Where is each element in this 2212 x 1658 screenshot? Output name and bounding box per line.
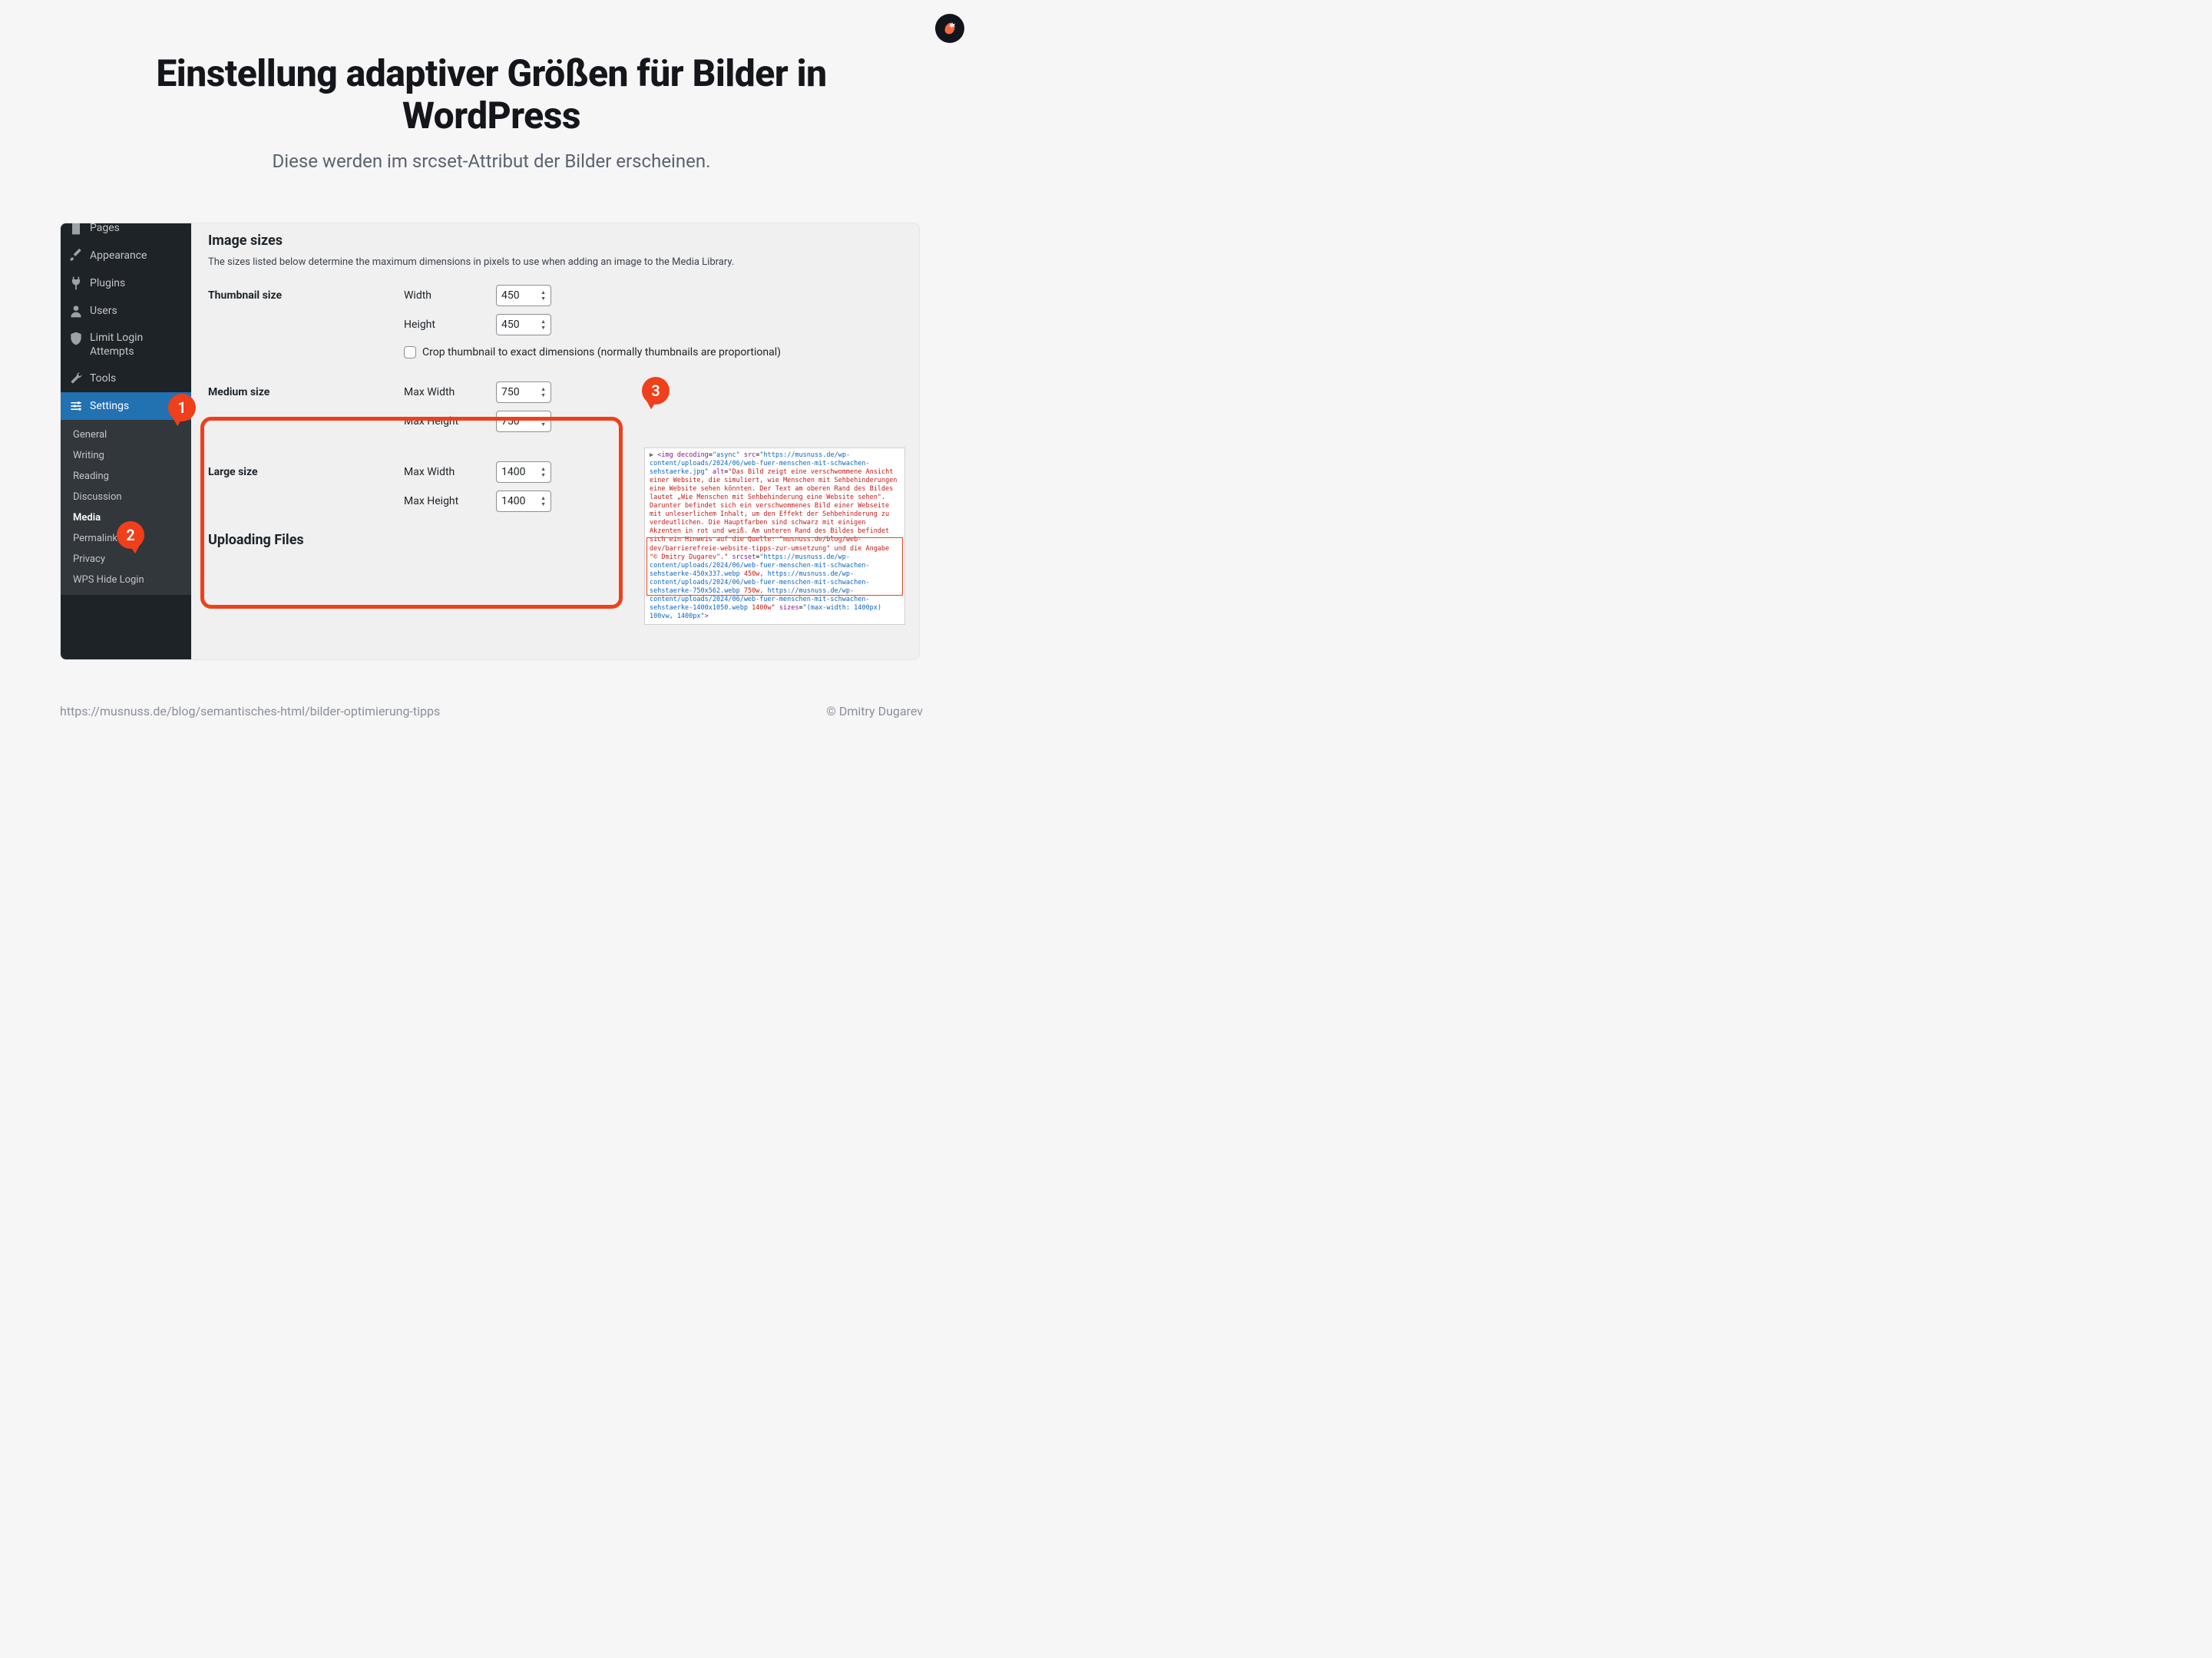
page-title: Einstellung adaptiver Größen für Bilder …	[0, 0, 983, 137]
sidebar-label: Appearance	[90, 249, 147, 262]
stepper-icon[interactable]: ▲▼	[541, 496, 546, 507]
submenu-wps-hide-login[interactable]: WPS Hide Login	[61, 570, 191, 590]
medium-width-input[interactable]: 750 ▲▼	[496, 381, 551, 403]
sidebar-label: Plugins	[90, 277, 125, 289]
sidebar-label: Pages	[90, 223, 120, 234]
callout-1: 1	[168, 394, 196, 421]
submenu-reading[interactable]: Reading	[61, 466, 191, 487]
brush-icon	[68, 248, 84, 263]
medium-height-label: Max Height	[404, 415, 490, 428]
sidebar-label: Tools	[90, 372, 116, 385]
medium-width-label: Max Width	[404, 386, 490, 398]
submenu-general[interactable]: General	[61, 424, 191, 445]
thumb-height-label: Height	[404, 319, 490, 331]
thumbnail-row: Thumbnail size Width 450 ▲▼ Height 450 ▲…	[208, 285, 902, 358]
sidebar-label: Users	[90, 305, 117, 317]
pages-icon	[68, 223, 84, 236]
sidebar-label: Limit Login Attempts	[90, 331, 184, 358]
admin-sidebar: Pages Appearance Plugins Users Limit Log…	[61, 223, 191, 659]
sidebar-label: Settings	[90, 400, 129, 412]
stepper-icon[interactable]: ▲▼	[541, 319, 546, 331]
submenu-writing[interactable]: Writing	[61, 445, 191, 466]
thumb-height-input[interactable]: 450 ▲▼	[496, 314, 551, 335]
page-footer: https://musnuss.de/blog/semantisches-htm…	[60, 704, 923, 718]
sidebar-item-pages[interactable]: Pages	[61, 223, 191, 242]
large-height-label: Max Height	[404, 495, 490, 507]
nut-icon	[941, 20, 958, 37]
medium-height-input[interactable]: 750 ▲▼	[496, 411, 551, 432]
thumb-width-label: Width	[404, 289, 490, 302]
sidebar-item-appearance[interactable]: Appearance	[61, 242, 191, 269]
stepper-icon[interactable]: ▲▼	[541, 387, 546, 398]
sidebar-item-limit-login[interactable]: Limit Login Attempts	[61, 325, 191, 365]
sliders-icon	[68, 398, 84, 414]
stepper-icon[interactable]: ▲▼	[541, 290, 546, 302]
plug-icon	[68, 276, 84, 291]
settings-submenu: General Writing Reading Discussion Media…	[61, 420, 191, 595]
sidebar-item-plugins[interactable]: Plugins	[61, 269, 191, 297]
image-sizes-description: The sizes listed below determine the max…	[208, 256, 902, 268]
footer-url: https://musnuss.de/blog/semantisches-htm…	[60, 704, 440, 718]
sidebar-item-users[interactable]: Users	[61, 297, 191, 325]
image-sizes-heading: Image sizes	[208, 233, 902, 249]
page-subtitle: Diese werden im srcset-Attribut der Bild…	[0, 137, 983, 172]
submenu-discussion[interactable]: Discussion	[61, 487, 191, 507]
sidebar-item-tools[interactable]: Tools	[61, 365, 191, 392]
callout-2: 2	[117, 521, 144, 549]
large-label: Large size	[208, 461, 404, 478]
large-width-label: Max Width	[404, 466, 490, 478]
callout-3: 3	[642, 377, 670, 405]
submenu-privacy[interactable]: Privacy	[61, 549, 191, 570]
medium-row: Medium size Max Width 750 ▲▼ Max Height …	[208, 381, 902, 432]
shield-icon	[68, 331, 84, 346]
wp-admin-panel: Pages Appearance Plugins Users Limit Log…	[60, 223, 920, 660]
brand-logo	[935, 14, 964, 43]
footer-credit: © Dmitry Dugarev	[826, 704, 923, 718]
html-code-snippet: ▶ <img decoding="async" src="https://mus…	[644, 448, 905, 625]
wrench-icon	[68, 371, 84, 386]
stepper-icon[interactable]: ▲▼	[541, 416, 546, 428]
user-icon	[68, 303, 84, 319]
stepper-icon[interactable]: ▲▼	[541, 467, 546, 478]
large-width-input[interactable]: 1400 ▲▼	[496, 461, 551, 483]
thumb-width-input[interactable]: 450 ▲▼	[496, 285, 551, 306]
thumbnail-label: Thumbnail size	[208, 285, 404, 302]
crop-checkbox[interactable]	[404, 346, 416, 358]
large-height-input[interactable]: 1400 ▲▼	[496, 490, 551, 512]
medium-label: Medium size	[208, 381, 404, 398]
crop-label: Crop thumbnail to exact dimensions (norm…	[422, 346, 781, 358]
